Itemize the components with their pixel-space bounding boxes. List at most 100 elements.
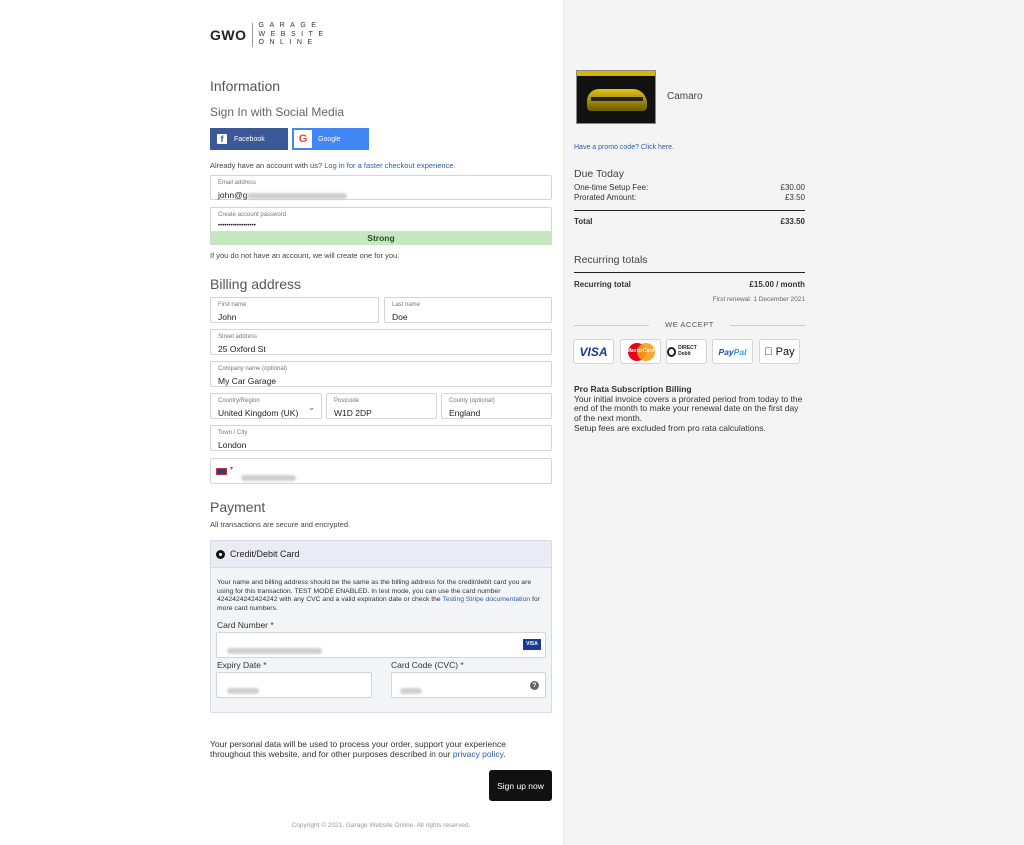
copyright: Copyright © 2021, Garage Website Online.…: [291, 822, 471, 829]
password-field[interactable]: Create account password ••••••••••••••••…: [210, 207, 552, 232]
divider: [574, 210, 805, 211]
paypal-text: Pay: [718, 346, 734, 357]
direct-debit-icon: DIRECT Debit: [666, 339, 707, 364]
cvc-label: Card Code (CVC) *: [391, 660, 464, 670]
mastercard-icon: MasterCard: [620, 339, 661, 364]
payment-instructions: Your name and billing address should be …: [217, 579, 549, 613]
country-select[interactable]: Country/Region United Kingdom (UK) ⌄: [210, 393, 322, 419]
facebook-label: Facebook: [234, 135, 265, 143]
setup-fee-value: £30.00: [780, 183, 805, 192]
postcode-label: Postcode: [334, 398, 360, 404]
privacy-notice: Your personal data will be used to proce…: [210, 739, 540, 759]
recurring-value: £15.00 / month: [749, 280, 805, 289]
logo-mark: GWO: [210, 26, 247, 43]
due-today-heading: Due Today: [574, 168, 625, 180]
cvc-input[interactable]: ?: [391, 672, 546, 698]
logo-wordmark: GARAGE WEBSITE ONLINE: [259, 22, 329, 48]
pro-rata-text: Your initial invoice covers a prorated p…: [574, 393, 803, 424]
help-icon[interactable]: ?: [530, 681, 539, 690]
expiry-input[interactable]: [216, 672, 372, 698]
login-link[interactable]: Log in for a faster checkout experience.: [324, 161, 455, 170]
divider: [574, 272, 805, 273]
billing-heading: Billing address: [210, 276, 302, 292]
county-value: England: [449, 408, 481, 418]
payment-method-label: Credit/Debit Card: [230, 549, 300, 559]
phone-field[interactable]: ▾: [210, 458, 552, 484]
visa-icon: VISA: [523, 639, 541, 650]
facebook-login-button[interactable]: f Facebook: [210, 128, 288, 150]
apple-pay-text: Pay: [770, 345, 795, 358]
product-thumbnail: [576, 70, 656, 124]
card-number-label: Card Number *: [217, 620, 274, 630]
visa-text: VISA: [579, 344, 608, 359]
recurring-heading: Recurring totals: [574, 254, 648, 266]
privacy-text: .: [503, 749, 506, 759]
last-name-field[interactable]: Last name Doe: [384, 297, 552, 323]
county-field[interactable]: County (optional) England: [441, 393, 552, 419]
sign-up-button[interactable]: Sign up now: [489, 770, 552, 801]
payment-method-option[interactable]: Credit/Debit Card: [211, 541, 551, 568]
company-name-field[interactable]: Company name (optional) My Car Garage: [210, 361, 552, 387]
brand-logo[interactable]: GWO GARAGE WEBSITE ONLINE: [210, 22, 329, 48]
postcode-field[interactable]: Postcode W1D 2DP: [326, 393, 437, 419]
expiry-label: Expiry Date *: [217, 660, 267, 670]
facebook-icon: f: [217, 134, 227, 144]
information-heading: Information: [210, 78, 281, 94]
street-address-field[interactable]: Street address 25 Oxford St: [210, 329, 552, 355]
renewal-date: First renewal: 1 December 2021: [712, 296, 806, 303]
paypal-logo: PayPal: [719, 347, 747, 357]
google-icon: G: [294, 130, 312, 148]
email-value: john@g: [218, 190, 348, 200]
redacted-text: [227, 687, 259, 694]
first-name-field[interactable]: First name John: [210, 297, 379, 323]
postcode-value: W1D 2DP: [334, 408, 372, 418]
total-value: £33.50: [780, 217, 805, 226]
first-name-value: John: [218, 312, 237, 322]
prorated-value: £3.50: [784, 193, 805, 202]
promo-code-link[interactable]: Have a promo code? Click here.: [574, 144, 674, 151]
uk-flag-icon[interactable]: [216, 468, 227, 475]
radio-selected-icon[interactable]: [216, 550, 225, 559]
recurring-row: Recurring total £15.00 / month: [574, 280, 805, 289]
card-number-input[interactable]: VISA: [216, 632, 546, 658]
email-field[interactable]: Email address john@g: [210, 175, 552, 200]
paypal-text: Pal: [733, 346, 747, 357]
thumbnail-banner: [577, 71, 655, 76]
we-accept-label: WE ACCEPT: [574, 320, 805, 329]
phone-value: [241, 469, 296, 487]
stripe-docs-link[interactable]: Testing Stripe documentation: [442, 596, 530, 603]
privacy-policy-link[interactable]: privacy policy: [453, 749, 503, 759]
password-value: ••••••••••••••••••: [218, 223, 256, 229]
company-value: My Car Garage: [218, 376, 277, 386]
pro-rata-note: Setup fees are excluded from pro rata ca…: [574, 422, 766, 433]
logo-line: GARAGE: [258, 22, 322, 29]
logo-line: WEBSITE: [258, 30, 329, 38]
mastercard-text: MasterCard: [626, 347, 655, 354]
account-note: If you do not have an account, we will c…: [210, 251, 400, 260]
email-label: Email address: [218, 180, 257, 186]
setup-fee-row: One-time Setup Fee: £30.00: [574, 183, 805, 192]
google-login-button[interactable]: G Google: [292, 128, 369, 150]
paypal-icon: PayPal: [712, 339, 753, 364]
google-label: Google: [318, 135, 341, 143]
first-name-label: First name: [218, 302, 247, 308]
email-visible-text: john@g: [218, 190, 248, 200]
login-prompt: Already have an account with us? Log in …: [210, 161, 456, 170]
town-value: London: [218, 440, 247, 450]
logo-line: ONLINE: [258, 39, 318, 46]
redacted-text: [241, 474, 296, 481]
street-value: 25 Oxford St: [218, 344, 266, 354]
car-stripe: [591, 97, 643, 101]
apple-pay-icon:  Pay: [759, 339, 800, 364]
password-strength-meter: Strong: [210, 231, 552, 245]
direct-debit-logo: DIRECT Debit: [667, 345, 706, 357]
street-label: Street address: [218, 334, 258, 340]
card-number-value: [227, 642, 322, 660]
redacted-text: [400, 687, 422, 694]
product-name: Camaro: [667, 91, 703, 102]
password-label: Create account password: [218, 212, 287, 218]
prorated-label: Prorated Amount:: [574, 193, 637, 202]
logo-divider: [251, 22, 253, 47]
town-field[interactable]: Town / City London: [210, 425, 552, 451]
apple-pay-logo:  Pay: [764, 346, 794, 358]
